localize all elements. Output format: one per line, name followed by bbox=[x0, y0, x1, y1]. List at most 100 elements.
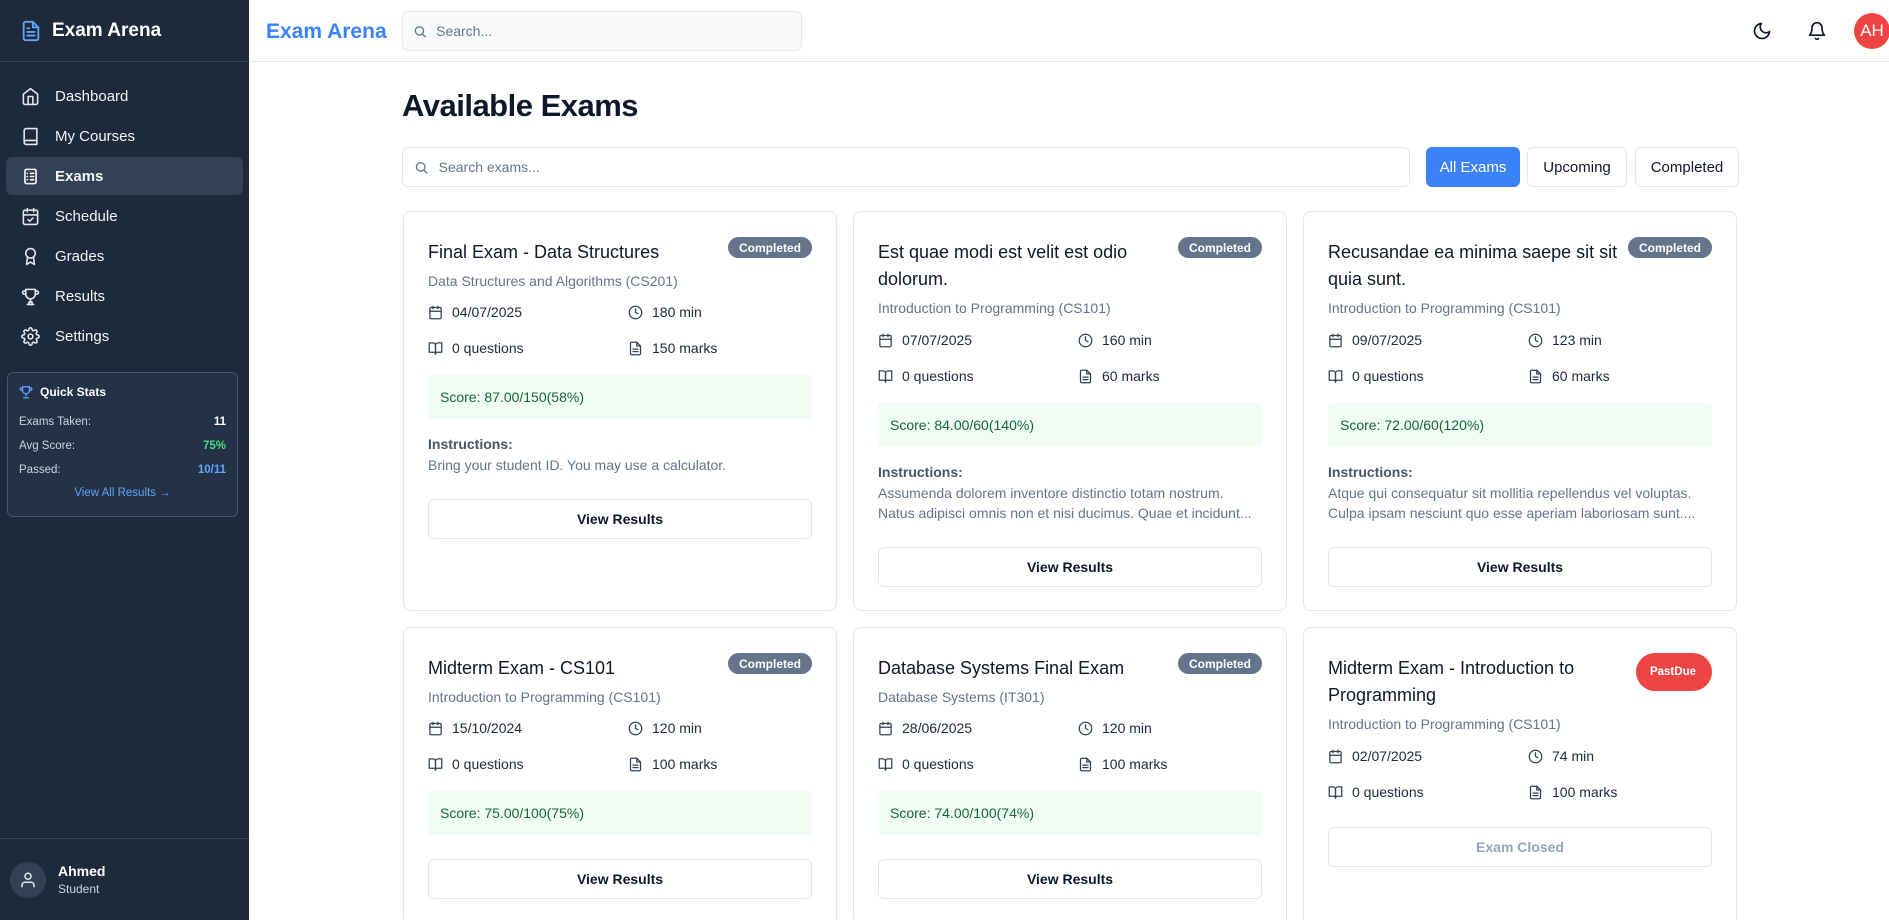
status-badge: Completed bbox=[1627, 237, 1712, 258]
exam-search-input[interactable] bbox=[438, 159, 1409, 175]
sidebar-item-results[interactable]: Results bbox=[6, 277, 243, 315]
exam-search[interactable] bbox=[402, 147, 1410, 187]
open-book-icon bbox=[1328, 785, 1343, 799]
status-badge: Completed bbox=[727, 237, 812, 258]
file-text-icon bbox=[629, 341, 642, 355]
sidebar-item-settings[interactable]: Settings bbox=[6, 317, 243, 355]
stat-value: 75% bbox=[202, 440, 226, 452]
exam-marks: 100 marks bbox=[628, 756, 717, 772]
exam-card: Final Exam - Data Structures Completed D… bbox=[403, 211, 837, 611]
user-name: Ahmed bbox=[58, 863, 106, 879]
view-results-button[interactable]: View Results bbox=[428, 499, 812, 539]
exam-closed-button[interactable]: Exam Closed bbox=[1328, 827, 1712, 867]
exam-questions: 0 questions bbox=[1328, 784, 1424, 800]
file-text-icon bbox=[1079, 757, 1092, 771]
exam-questions: 0 questions bbox=[878, 368, 974, 384]
instructions-label: Instructions: bbox=[1328, 464, 1413, 480]
exam-title: Final Exam - Data Structures bbox=[428, 242, 660, 262]
open-book-icon bbox=[1328, 369, 1343, 383]
header-brand[interactable]: Exam Arena bbox=[266, 20, 387, 44]
view-results-button[interactable]: View Results bbox=[878, 859, 1262, 899]
stat-label: Avg Score: bbox=[19, 440, 76, 452]
sidebar-item-label: My Courses bbox=[55, 127, 136, 145]
filter-all-exams[interactable]: All Exams bbox=[1426, 147, 1520, 187]
user-profile[interactable]: Ahmed Student bbox=[0, 838, 249, 920]
calendar-icon bbox=[1329, 333, 1342, 347]
sidebar-item-label: Settings bbox=[55, 327, 110, 345]
sidebar-item-exams[interactable]: Exams bbox=[6, 157, 243, 195]
exam-marks: 60 marks bbox=[1528, 368, 1610, 384]
document-icon bbox=[22, 20, 40, 41]
exam-duration: 120 min bbox=[628, 720, 702, 736]
bell-icon[interactable] bbox=[1807, 21, 1827, 41]
clock-icon bbox=[1078, 721, 1093, 735]
filter-upcoming[interactable]: Upcoming bbox=[1527, 147, 1627, 187]
view-all-results-link[interactable]: View All Results → bbox=[19, 487, 226, 499]
sidebar-item-label: Results bbox=[55, 287, 106, 305]
open-book-icon bbox=[878, 369, 893, 383]
file-text-icon bbox=[1529, 369, 1542, 383]
view-results-button[interactable]: View Results bbox=[428, 859, 812, 899]
gear-icon bbox=[21, 326, 40, 346]
quick-stats-title: Quick Stats bbox=[19, 385, 226, 399]
exam-title: Midterm Exam - CS101 bbox=[428, 658, 616, 678]
moon-icon[interactable] bbox=[1752, 21, 1772, 41]
user-icon bbox=[21, 872, 35, 887]
sidebar-item-schedule[interactable]: Schedule bbox=[6, 197, 243, 235]
exam-score: Score: 75.00/100(75%) bbox=[428, 791, 812, 835]
file-text-icon bbox=[1079, 369, 1092, 383]
exam-marks: 100 marks bbox=[1078, 756, 1167, 772]
filter-completed[interactable]: Completed bbox=[1635, 147, 1739, 187]
exam-date: 07/07/2025 bbox=[878, 332, 972, 348]
exam-duration: 123 min bbox=[1528, 332, 1602, 348]
calendar-icon bbox=[1329, 749, 1342, 763]
global-search[interactable] bbox=[402, 11, 802, 51]
exam-course: Data Structures and Algorithms (CS201) bbox=[428, 273, 678, 289]
stat-avg-score: Avg Score: 75% bbox=[19, 434, 226, 458]
sidebar-brand[interactable]: Exam Arena bbox=[0, 0, 249, 62]
status-badge: Completed bbox=[1177, 653, 1262, 674]
exam-score: Score: 74.00/100(74%) bbox=[878, 791, 1262, 835]
avatar bbox=[10, 861, 46, 898]
exam-score: Score: 87.00/150(58%) bbox=[428, 375, 812, 419]
sidebar-item-label: Schedule bbox=[55, 207, 118, 225]
view-results-button[interactable]: View Results bbox=[878, 547, 1262, 587]
exam-card: Est quae modi est velit est odio dolorum… bbox=[853, 211, 1287, 611]
sidebar-brand-title: Exam Arena bbox=[52, 19, 162, 41]
trophy-icon bbox=[19, 386, 33, 399]
home-icon bbox=[22, 87, 39, 105]
exam-card: Database Systems Final Exam Completed Da… bbox=[853, 627, 1287, 920]
instructions-text: Assumenda dolorem inventore distinctio t… bbox=[878, 485, 1252, 521]
clock-icon bbox=[628, 721, 643, 735]
exam-course: Introduction to Programming (CS101) bbox=[878, 300, 1111, 316]
instructions-text: Bring your student ID. You may use a cal… bbox=[428, 457, 727, 473]
global-search-input[interactable] bbox=[436, 23, 801, 39]
status-badge: Completed bbox=[727, 653, 812, 674]
clipboard-icon bbox=[24, 168, 37, 184]
avatar[interactable]: AH bbox=[1854, 13, 1889, 49]
exam-card: Midterm Exam - Introduction to Programmi… bbox=[1303, 627, 1737, 920]
calendar-icon bbox=[429, 305, 442, 319]
status-badge: Past Due bbox=[1635, 653, 1712, 691]
stat-label: Exams Taken: bbox=[19, 416, 92, 428]
calendar-icon bbox=[879, 333, 892, 347]
exam-course: Introduction to Programming (CS101) bbox=[1328, 300, 1561, 316]
exam-title: Recusandae ea minima saepe sit sit quia … bbox=[1328, 242, 1618, 289]
trophy-icon bbox=[21, 288, 40, 305]
exam-marks: 150 marks bbox=[628, 340, 717, 356]
exam-date: 02/07/2025 bbox=[1328, 748, 1422, 764]
sidebar-item-grades[interactable]: Grades bbox=[6, 237, 243, 275]
open-book-icon bbox=[428, 757, 443, 771]
page-title: Available Exams bbox=[402, 88, 639, 123]
clock-icon bbox=[1528, 333, 1543, 347]
instructions-label: Instructions: bbox=[428, 436, 513, 452]
stat-passed: Passed: 10/11 bbox=[19, 458, 226, 482]
view-results-button[interactable]: View Results bbox=[1328, 547, 1712, 587]
exam-duration: 180 min bbox=[628, 304, 702, 320]
exam-course: Introduction to Programming (CS101) bbox=[1328, 716, 1561, 732]
sidebar-item-dashboard[interactable]: Dashboard bbox=[6, 77, 243, 115]
award-icon bbox=[24, 247, 37, 265]
instructions-text: Atque qui consequatur sit mollitia repel… bbox=[1328, 485, 1696, 521]
sidebar-item-my-courses[interactable]: My Courses bbox=[6, 117, 243, 155]
exam-title: Database Systems Final Exam bbox=[878, 658, 1125, 678]
